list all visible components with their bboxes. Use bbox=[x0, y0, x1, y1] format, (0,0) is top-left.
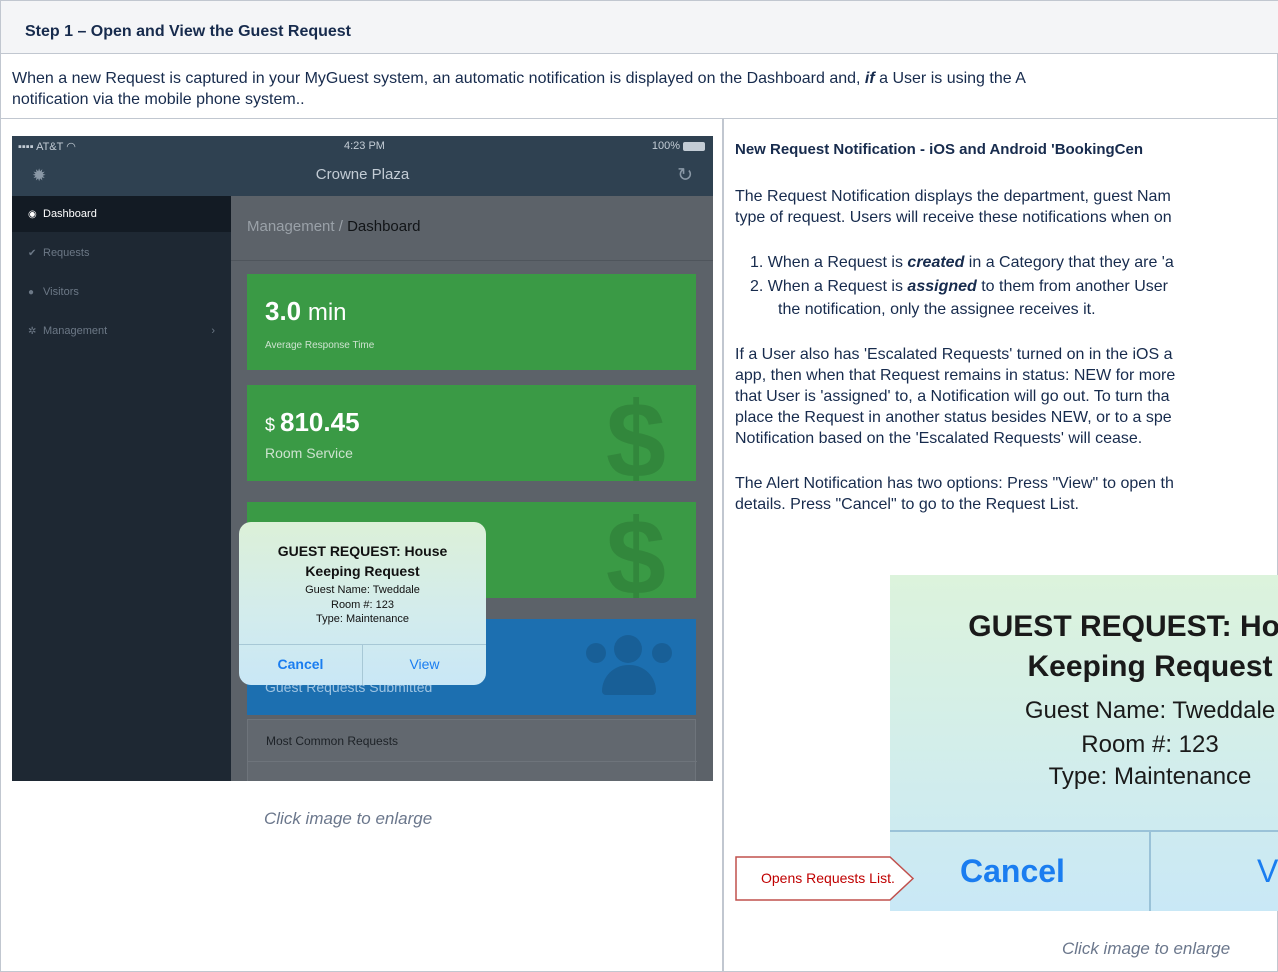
panel-title: Most Common Requests bbox=[266, 734, 399, 748]
right-heading: New Request Notification - iOS and Andro… bbox=[735, 141, 1144, 158]
alert-type: Type: Maintenance bbox=[316, 613, 409, 625]
paragraph-2-line-5: Notification based on the 'Escalated Req… bbox=[735, 430, 1143, 447]
signal-icon: ▪▪▪▪ bbox=[18, 141, 34, 153]
paragraph-2-line-4: place the Request in another status besi… bbox=[735, 409, 1172, 426]
room-service-card[interactable]: $ 810.45 Room Service $ bbox=[247, 385, 696, 481]
refresh-icon[interactable]: ↻ bbox=[677, 164, 693, 187]
row-divider bbox=[1, 118, 1278, 119]
zoom-divider bbox=[890, 830, 1278, 832]
paragraph-3-line-1: The Alert Notification has two options: … bbox=[735, 475, 1174, 492]
breadcrumb-divider bbox=[231, 260, 713, 261]
intro-text-2: a User is using the A bbox=[874, 70, 1026, 87]
room-service-value: 810.45 bbox=[280, 407, 360, 437]
zoom-view-button[interactable]: View bbox=[1257, 832, 1278, 911]
sidebar: ◉ Dashboard ✔ Requests ● Visitors ✲ Manageme… bbox=[12, 196, 231, 781]
zoom-button-divider bbox=[1149, 830, 1151, 911]
response-time-label: Average Response Time bbox=[265, 340, 375, 351]
check-icon: ✔ bbox=[28, 248, 37, 259]
paragraph-2-line-1: If a User also has 'Escalated Requests' … bbox=[735, 346, 1173, 363]
response-time-value: 3.0 bbox=[265, 296, 302, 326]
callout-arrow: Opens Requests List. bbox=[735, 856, 915, 901]
alert-view-button[interactable]: View bbox=[363, 644, 486, 685]
step-header: Step 1 – Open and View the Guest Request bbox=[1, 1, 1278, 54]
room-service-label: Room Service bbox=[265, 445, 353, 461]
users-icon: ● bbox=[28, 287, 35, 298]
sidebar-item-requests[interactable]: ✔ Requests bbox=[12, 235, 231, 271]
zoom-type: Type: Maintenance bbox=[1048, 763, 1252, 790]
battery-icon bbox=[683, 141, 705, 151]
breadcrumb: Management / Dashboard bbox=[247, 218, 421, 235]
zoom-guest-name: Guest Name: Tweddale bbox=[1024, 697, 1276, 724]
alert-guest-name: Guest Name: Tweddale bbox=[305, 584, 420, 596]
users-icon bbox=[584, 635, 674, 695]
zoom-cancel-button[interactable]: Cancel bbox=[960, 832, 1065, 911]
status-time: 4:23 PM bbox=[344, 140, 385, 152]
alert-cancel-button[interactable]: Cancel bbox=[239, 644, 362, 685]
step-title: Step 1 – Open and View the Guest Request bbox=[25, 23, 352, 40]
left-caption: Click image to enlarge bbox=[264, 809, 433, 828]
cog-icon: ✲ bbox=[28, 326, 37, 337]
chevron-right-icon: › bbox=[211, 325, 215, 337]
paragraph-3-line-2: details. Press "Cancel" to go to the Req… bbox=[735, 496, 1079, 513]
dashboard-main: Management / Dashboard 3.0 min Average R… bbox=[231, 196, 713, 781]
list-item-2: 2. When a Request is assigned to them fr… bbox=[750, 278, 1168, 295]
zoomed-alert-image[interactable]: GUEST REQUEST: House Keeping Request Gue… bbox=[890, 575, 1278, 911]
intro-emphasis: if bbox=[864, 70, 875, 87]
paragraph-2-line-2: app, then when that Request remains in s… bbox=[735, 367, 1176, 384]
dollar-icon: $ bbox=[605, 502, 666, 598]
most-common-requests-panel: Most Common Requests bbox=[247, 719, 697, 781]
app-topbar: ▪▪▪▪ AT&T ◠ 4:23 PM 100% ✹ Crowne Plaza … bbox=[12, 136, 713, 196]
status-carrier: ▪▪▪▪ AT&T ◠ bbox=[18, 141, 76, 153]
alert-title: GUEST REQUEST: House Keeping Request bbox=[277, 543, 448, 579]
alert-room: Room #: 123 bbox=[331, 599, 394, 611]
notification-alert: GUEST REQUEST: House Keeping Request Gue… bbox=[239, 522, 486, 685]
panel-divider bbox=[248, 761, 697, 762]
column-divider bbox=[722, 118, 724, 972]
zoom-alert-title: GUEST REQUEST: House Keeping Request bbox=[968, 610, 1278, 683]
ipad-screenshot[interactable]: ▪▪▪▪ AT&T ◠ 4:23 PM 100% ✹ Crowne Plaza … bbox=[12, 136, 713, 781]
response-time-card[interactable]: 3.0 min Average Response Time bbox=[247, 274, 696, 370]
status-battery: 100% bbox=[652, 140, 705, 152]
paragraph-1-line-1: The Request Notification displays the de… bbox=[735, 188, 1171, 205]
app-title: Crowne Plaza bbox=[315, 166, 410, 183]
intro-text-1: When a new Request is captured in your M… bbox=[12, 70, 865, 87]
intro-text-3: notification via the mobile phone system… bbox=[12, 91, 305, 108]
breadcrumb-current: Dashboard bbox=[347, 218, 421, 235]
sidebar-item-visitors[interactable]: ● Visitors bbox=[12, 274, 231, 310]
zoom-room: Room #: 123 bbox=[1081, 731, 1219, 758]
paragraph-1-line-2: type of request. Users will receive thes… bbox=[735, 209, 1172, 226]
wifi-icon: ◠ bbox=[66, 141, 76, 153]
dollar-icon: $ bbox=[605, 385, 666, 481]
sidebar-item-dashboard[interactable]: ◉ Dashboard bbox=[12, 196, 231, 232]
list-item-2-line-2: the notification, only the assignee rece… bbox=[778, 301, 1096, 318]
paragraph-2-line-3: that User is 'assigned' to, a Notificati… bbox=[735, 388, 1170, 405]
sidebar-item-management[interactable]: ✲ Management › bbox=[12, 313, 231, 349]
dashboard-icon: ◉ bbox=[28, 209, 37, 220]
intro-paragraph: When a new Request is captured in your M… bbox=[12, 68, 1278, 110]
list-item-1: 1. When a Request is created in a Catego… bbox=[750, 254, 1174, 271]
callout-text: Opens Requests List. bbox=[761, 870, 895, 886]
right-caption: Click image to enlarge bbox=[1062, 939, 1231, 958]
